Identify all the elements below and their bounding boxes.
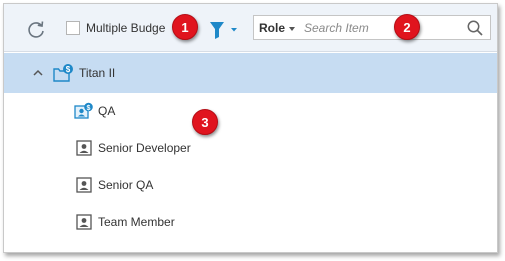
tree-item-team-member[interactable]: Team Member xyxy=(4,204,497,241)
tree-root-label: Titan II xyxy=(79,66,116,80)
budget-folder-icon: $ xyxy=(53,64,73,82)
svg-text:$: $ xyxy=(66,65,71,74)
budget-tree-panel: Multiple Budge Role $ xyxy=(3,3,498,253)
role-tree: $ Titan II $ QA Senior Developer Senior … xyxy=(4,53,497,241)
callout-badge-2: 2 xyxy=(394,14,420,40)
tree-item-qa[interactable]: $ QA xyxy=(4,93,497,130)
callout-badge-1: 1 xyxy=(172,14,198,40)
person-card-icon xyxy=(76,214,92,230)
search-input[interactable] xyxy=(304,18,464,37)
tree-root-row[interactable]: $ Titan II xyxy=(4,53,497,93)
role-dropdown-label: Role xyxy=(259,21,286,35)
person-card-icon xyxy=(76,177,92,193)
multiple-budget-checkbox[interactable] xyxy=(66,21,80,35)
filter-icon[interactable] xyxy=(203,18,243,40)
tree-item-label: Senior Developer xyxy=(98,141,191,155)
tree-item-label: Team Member xyxy=(98,215,175,229)
tree-item-senior-qa[interactable]: Senior QA xyxy=(4,167,497,204)
callout-badge-3: 3 xyxy=(192,109,218,135)
role-dropdown[interactable]: Role xyxy=(259,21,296,35)
person-card-icon xyxy=(76,140,92,156)
chevron-up-icon[interactable] xyxy=(32,67,44,79)
chevron-down-icon xyxy=(289,26,296,31)
tree-item-label: Senior QA xyxy=(98,178,154,192)
svg-text:$: $ xyxy=(87,105,91,112)
search-box: Role xyxy=(253,15,491,40)
multiple-budget-label: Multiple Budge xyxy=(86,21,166,35)
toolbar: Multiple Budge Role xyxy=(4,4,497,52)
refresh-icon[interactable] xyxy=(26,19,46,39)
tree-item-senior-developer[interactable]: Senior Developer xyxy=(4,130,497,167)
role-budget-icon: $ xyxy=(74,102,93,119)
tree-item-label: QA xyxy=(98,104,116,118)
search-icon[interactable] xyxy=(466,19,484,37)
